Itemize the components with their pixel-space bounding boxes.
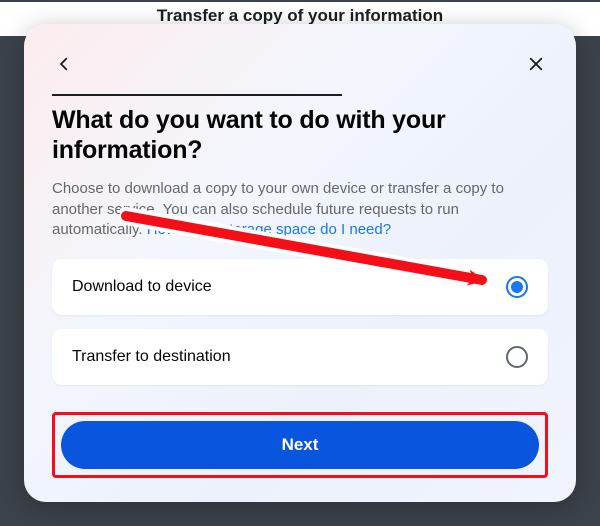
heading-rule bbox=[52, 94, 342, 96]
modal-description: Choose to download a copy to your own de… bbox=[52, 179, 548, 241]
option-label: Transfer to destination bbox=[72, 348, 231, 366]
close-icon[interactable] bbox=[524, 52, 548, 76]
back-icon[interactable] bbox=[52, 52, 76, 76]
modal-heading: What do you want to do with your informa… bbox=[52, 106, 548, 165]
modal-dialog: What do you want to do with your informa… bbox=[24, 24, 576, 502]
option-download-to-device[interactable]: Download to device bbox=[52, 259, 548, 315]
modal-topbar bbox=[52, 52, 548, 76]
options-list: Download to device Transfer to destinati… bbox=[52, 259, 548, 412]
annotation-highlight-box: Next bbox=[52, 412, 548, 478]
storage-link[interactable]: How much storage space do I need? bbox=[147, 221, 391, 238]
next-button[interactable]: Next bbox=[61, 421, 539, 469]
radio-unselected-icon bbox=[506, 346, 528, 368]
option-transfer-to-destination[interactable]: Transfer to destination bbox=[52, 329, 548, 385]
option-label: Download to device bbox=[72, 278, 212, 296]
radio-selected-icon bbox=[506, 276, 528, 298]
